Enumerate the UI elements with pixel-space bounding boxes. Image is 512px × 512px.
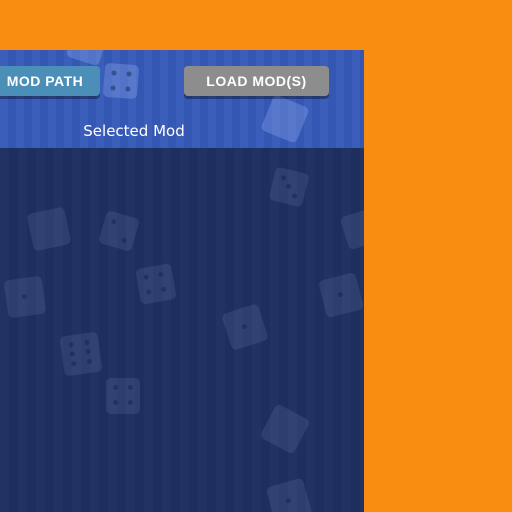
dice-icon bbox=[265, 477, 313, 512]
mod-path-button[interactable]: MOD PATH bbox=[0, 66, 100, 96]
dice-icon bbox=[59, 331, 103, 377]
dice-icon bbox=[3, 275, 47, 319]
mod-list-area[interactable] bbox=[0, 148, 364, 512]
dice-icon bbox=[102, 62, 140, 100]
dice-icon bbox=[65, 50, 109, 67]
dice-icon bbox=[339, 207, 364, 251]
selected-mod-label: Selected Mod bbox=[83, 122, 185, 140]
dice-icon bbox=[259, 403, 311, 455]
dice-icon bbox=[135, 263, 177, 305]
title-fragment bbox=[0, 0, 246, 10]
load-mods-button[interactable]: LOAD MOD(S) bbox=[184, 66, 329, 96]
dice-icon bbox=[221, 303, 269, 351]
dice-icon bbox=[268, 166, 310, 208]
dice-icon bbox=[317, 271, 364, 319]
dice-icon bbox=[97, 209, 141, 253]
background-strip bbox=[364, 0, 512, 512]
dice-icon bbox=[26, 206, 72, 252]
dice-icon bbox=[106, 378, 140, 414]
panel-header: MOD PATH LOAD MOD(S) Selected Mod bbox=[0, 50, 364, 148]
mod-panel: MOD PATH LOAD MOD(S) Selected Mod bbox=[0, 50, 364, 512]
